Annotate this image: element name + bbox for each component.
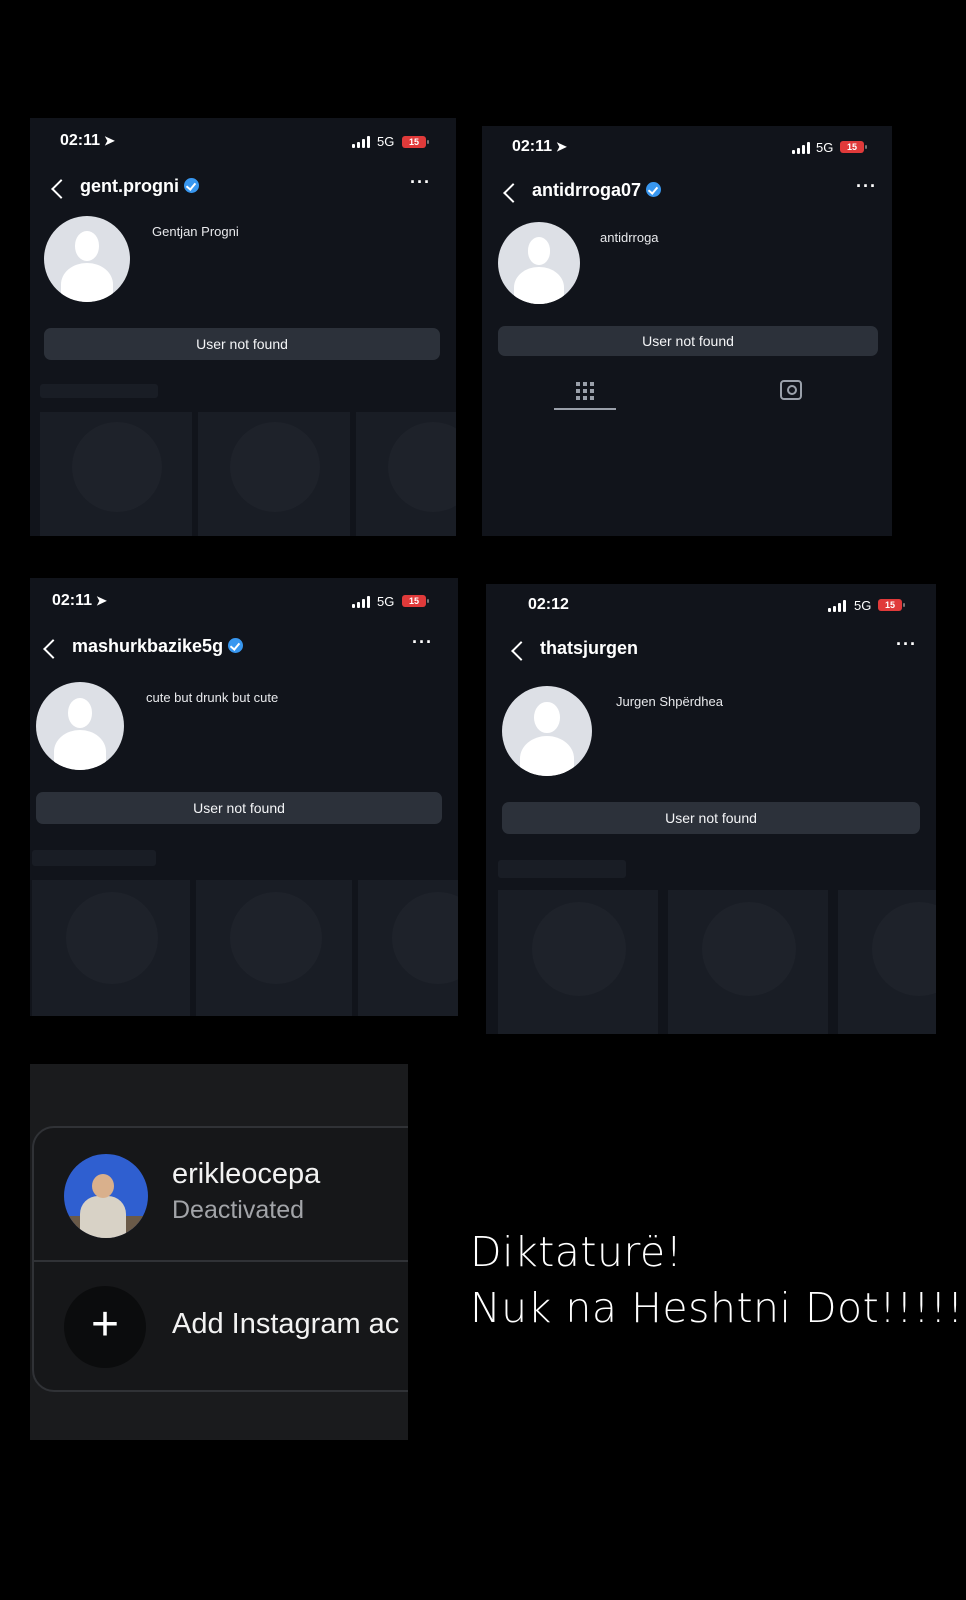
tagged-icon[interactable] [780,380,802,400]
skeleton-tile [40,412,192,536]
skeleton-tile [356,412,456,536]
account-switcher: erikleocepa Deactivated + Add Instagram … [30,1064,408,1440]
profile-username: mashurkbazike5g [72,636,244,657]
skeleton-bar [498,860,626,878]
accounts-panel: erikleocepa Deactivated + Add Instagram … [32,1126,408,1392]
back-icon[interactable] [511,641,531,661]
status-bar: 02:11 ➤ 5G 15 [30,118,456,166]
profile-username: thatsjurgen [540,638,639,658]
profile-name: Gentjan Progni [152,224,239,239]
skeleton-tile [358,880,458,1016]
skeleton-tile [198,412,350,536]
location-arrow-icon: ➤ [556,139,567,154]
profile-header: mashurkbazike5g ··· [30,628,458,668]
status-time: 02:11 ➤ [60,132,115,149]
location-arrow-icon: ➤ [104,133,115,148]
verified-badge-icon [646,182,662,197]
status-bar: 02:11 ➤ 5G 15 [30,578,458,626]
back-icon[interactable] [51,179,71,199]
profile-name: Jurgen Shpërdhea [616,694,723,709]
account-username: erikleocepa [172,1158,321,1190]
message-line-1: Diktaturë! [470,1228,683,1276]
user-not-found-button[interactable]: User not found [502,802,920,834]
user-not-found-button[interactable]: User not found [498,326,878,356]
profile-card-antidrroga07: 02:11 ➤ 5G 15 antidrroga07 ··· antidrroga… [482,126,892,536]
avatar [498,222,580,304]
profile-username: antidrroga07 [532,180,662,201]
signal-icon [352,136,370,148]
network-type: 5G [377,134,395,149]
grid-icon[interactable] [576,382,594,400]
verified-badge-icon [183,178,199,193]
battery-icon: 15 [402,136,429,148]
back-icon[interactable] [43,639,63,659]
location-arrow-icon: ➤ [96,593,107,608]
status-time: 02:11 ➤ [512,138,567,155]
profile-header: thatsjurgen ··· [486,630,936,670]
profile-card-gent-progni: 02:11 ➤ 5G 15 gent.progni ··· Gentjan Pro… [30,118,456,536]
skeleton-tile [838,890,936,1034]
status-bar: 02:12 5G 15 [486,584,936,632]
verified-badge-icon [228,638,244,653]
network-type: 5G [377,594,395,609]
profile-name: cute but drunk but cute [146,690,279,705]
status-time: 02:12 [528,596,569,613]
user-not-found-button[interactable]: User not found [36,792,442,824]
profile-card-mashurkbazike5g: 02:11 ➤ 5G 15 mashurkbazike5g ··· cute bu… [30,578,458,1016]
user-not-found-button[interactable]: User not found [44,328,440,360]
status-bar: 02:11 ➤ 5G 15 [482,126,892,174]
signal-icon [792,142,810,154]
profile-card-thatsjurgen: 02:12 5G 15 thatsjurgen ··· Jurgen Shpër… [486,584,936,1034]
message-line-2: Nuk na Heshtni Dot!!!!! [470,1284,964,1332]
tab-underline [554,408,616,410]
skeleton-tile [668,890,828,1034]
plus-icon: + [64,1286,146,1368]
add-account-label: Add Instagram ac [172,1308,400,1340]
skeleton-bar [32,850,156,866]
account-status: Deactivated [172,1196,305,1224]
battery-icon: 15 [878,599,905,611]
more-options-icon[interactable]: ··· [896,634,917,655]
more-options-icon[interactable]: ··· [856,176,877,197]
avatar [44,216,130,302]
network-type: 5G [816,140,834,155]
signal-icon [828,600,846,612]
more-options-icon[interactable]: ··· [412,632,433,653]
network-type: 5G [854,598,872,613]
avatar [36,682,124,770]
battery-icon: 15 [840,141,867,153]
skeleton-tile [32,880,190,1016]
skeleton-bar [40,384,158,398]
skeleton-tile [498,890,658,1034]
skeleton-tile [196,880,352,1016]
battery-icon: 15 [402,595,429,607]
profile-name: antidrroga [600,230,659,245]
account-avatar [64,1154,148,1238]
back-icon[interactable] [503,183,523,203]
signal-icon [352,596,370,608]
add-account-row[interactable]: + Add Instagram ac [34,1262,408,1390]
profile-header: gent.progni ··· [30,168,456,208]
profile-header: antidrroga07 ··· [482,172,892,212]
avatar [502,686,592,776]
profile-username: gent.progni [80,176,199,197]
more-options-icon[interactable]: ··· [410,172,431,193]
status-time: 02:11 ➤ [52,592,107,609]
account-row[interactable]: erikleocepa Deactivated [34,1128,408,1260]
